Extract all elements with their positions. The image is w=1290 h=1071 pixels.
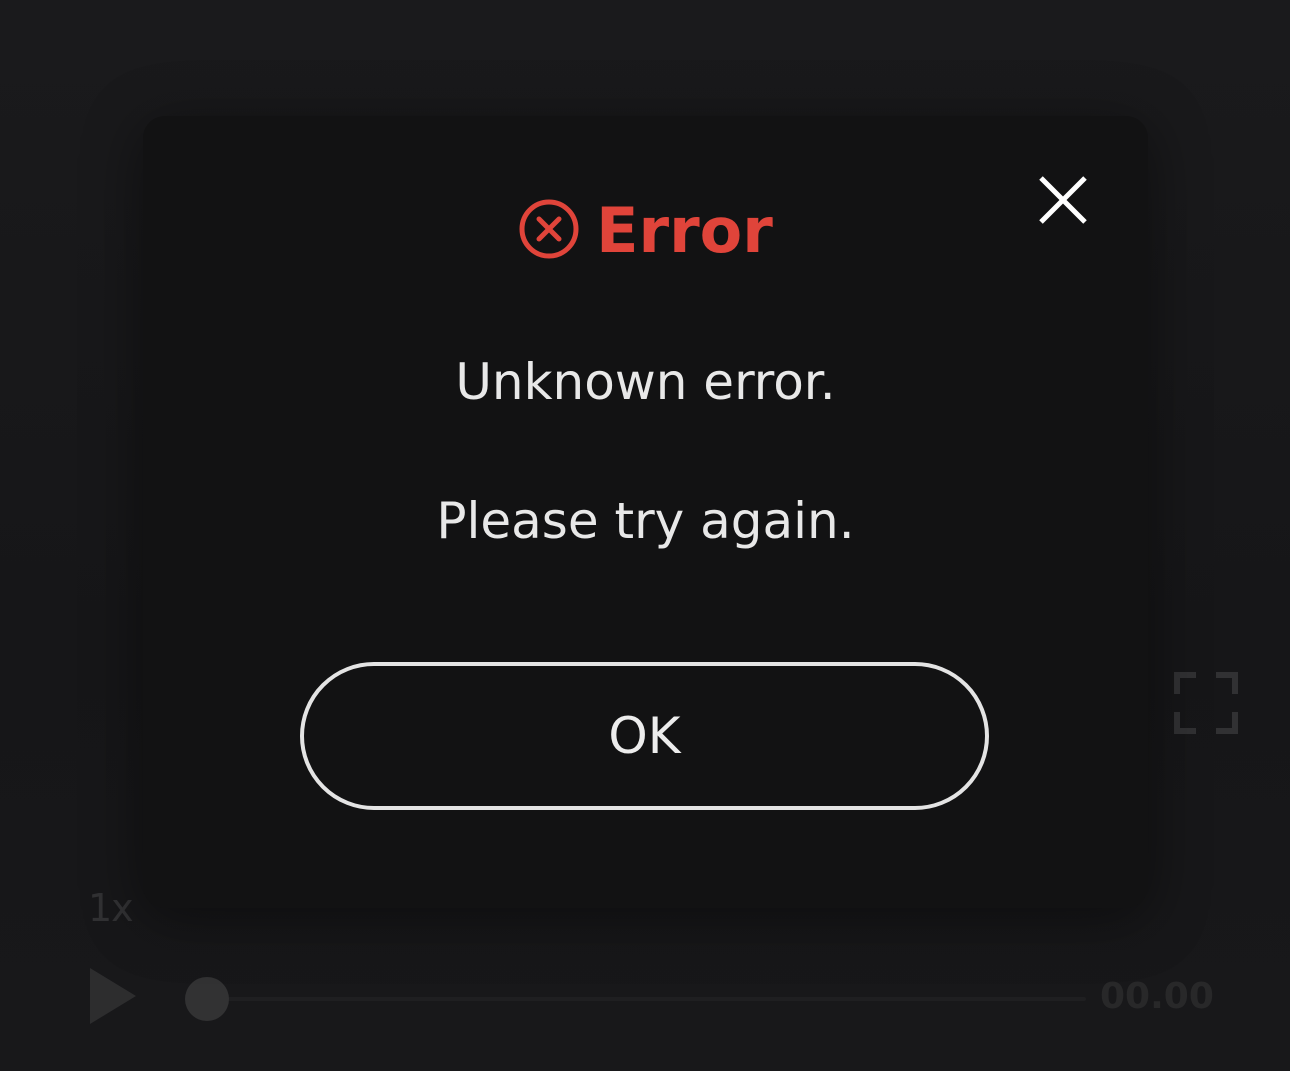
retry-message: Please try again. [436,492,855,550]
error-dialog: Error Unknown error. Please try again. O… [143,116,1148,908]
dialog-title-row: Error [143,196,1148,266]
error-message: Unknown error. [455,353,836,411]
error-circle-x-icon [518,198,580,264]
ok-button[interactable]: OK [300,662,989,810]
dialog-title: Error [596,194,773,267]
